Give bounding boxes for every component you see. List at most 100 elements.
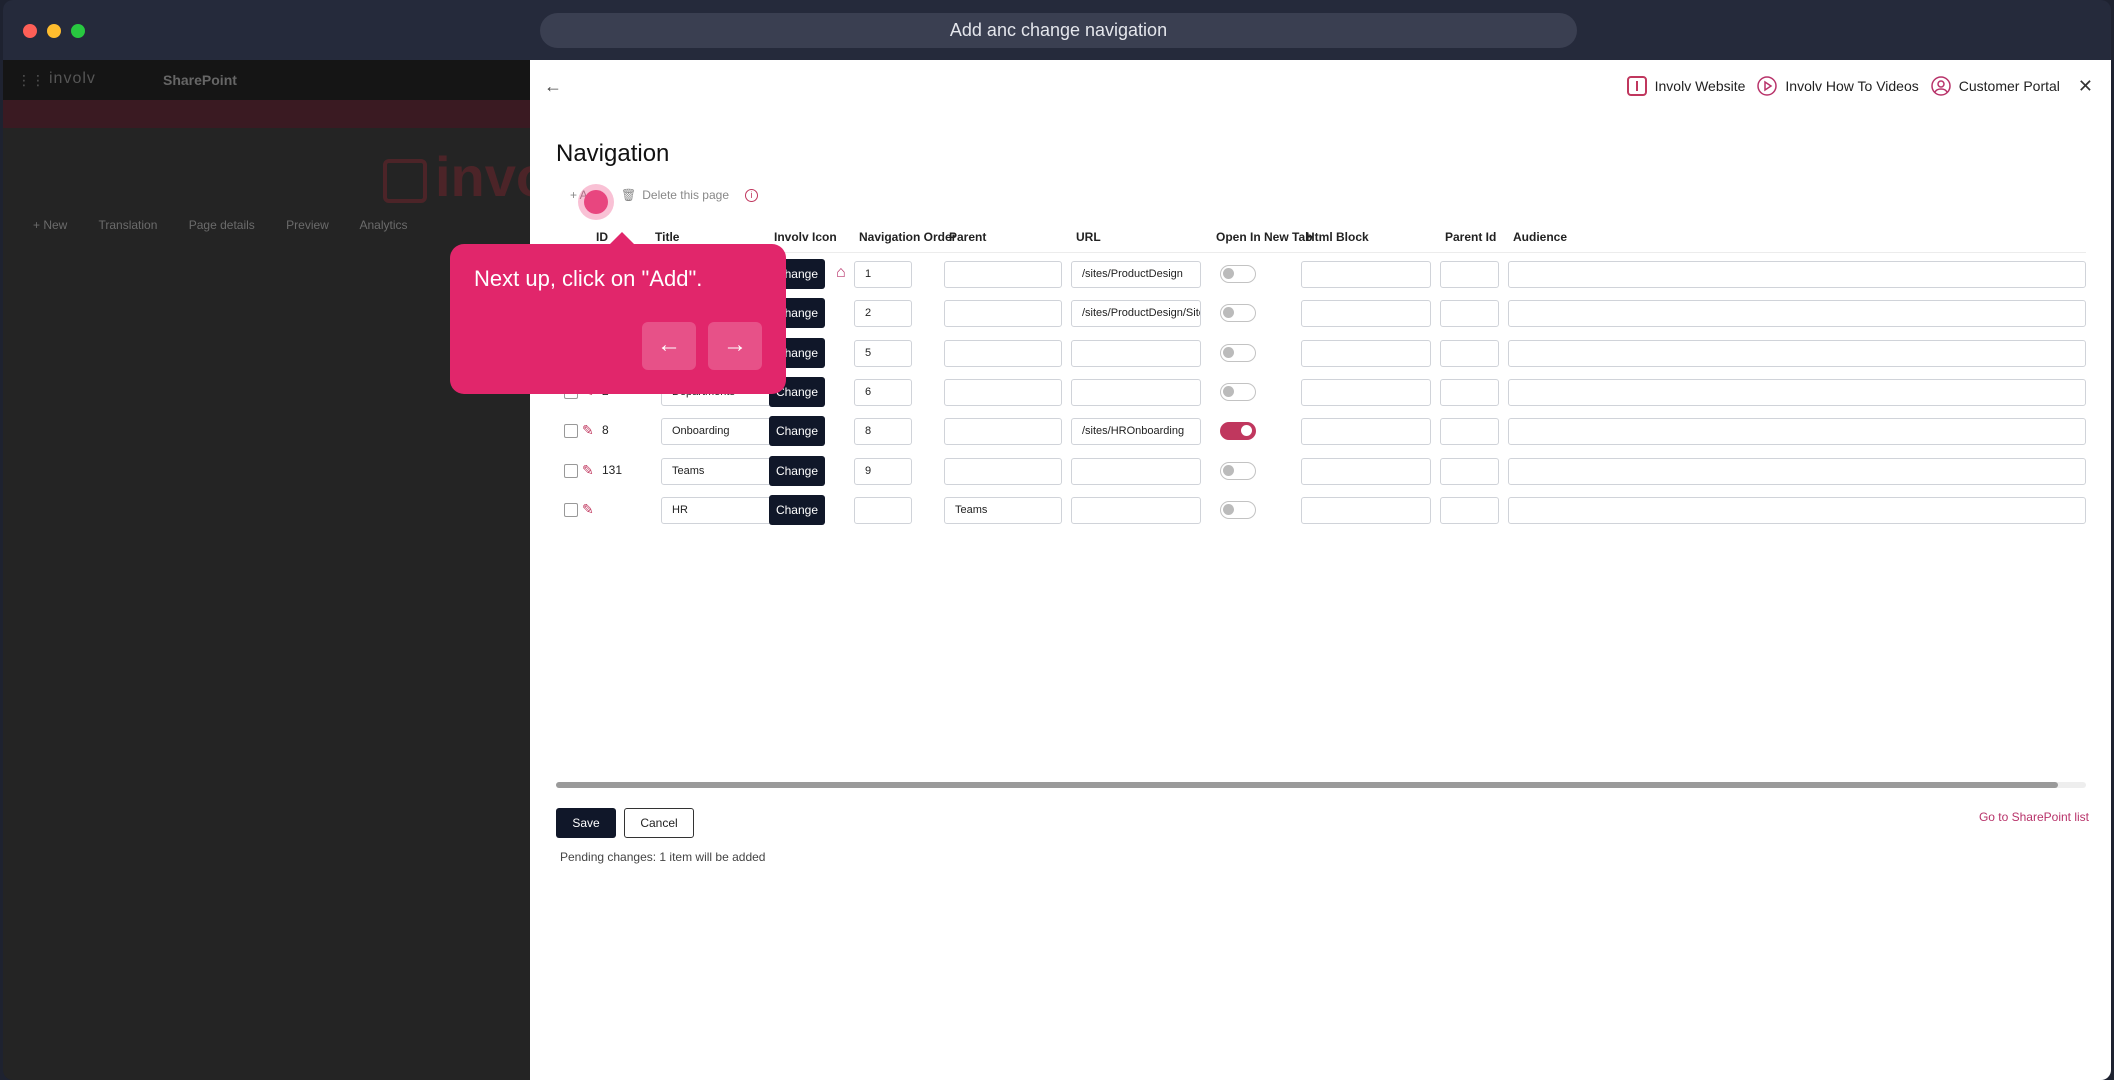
- involv-logo-icon: [1625, 74, 1649, 98]
- sp-cmd-new: + New: [33, 218, 68, 232]
- horizontal-scrollbar[interactable]: [556, 782, 2086, 788]
- play-circle-icon: [1755, 74, 1779, 98]
- scrollbar-thumb[interactable]: [556, 782, 2058, 788]
- close-window-button[interactable]: [23, 24, 37, 38]
- audience-input[interactable]: [1508, 379, 2086, 406]
- url-input[interactable]: /sites/ProductDesign/SitePag: [1071, 300, 1201, 327]
- html-block-input[interactable]: [1301, 497, 1431, 524]
- parent-id-input[interactable]: [1440, 340, 1499, 367]
- minimize-window-button[interactable]: [47, 24, 61, 38]
- edit-pencil-icon[interactable]: ✎: [582, 422, 594, 439]
- edit-pencil-icon[interactable]: ✎: [582, 462, 594, 479]
- row-checkbox[interactable]: [564, 424, 578, 438]
- html-block-input[interactable]: [1301, 458, 1431, 485]
- open-new-tab-toggle[interactable]: [1220, 304, 1256, 322]
- open-new-tab-toggle[interactable]: [1220, 501, 1256, 519]
- back-arrow-icon[interactable]: ←: [544, 76, 562, 97]
- open-new-tab-toggle[interactable]: [1220, 422, 1256, 440]
- parent-input[interactable]: Teams: [944, 497, 1062, 524]
- open-new-tab-toggle[interactable]: [1220, 383, 1256, 401]
- url-input[interactable]: /sites/ProductDesign: [1071, 261, 1201, 288]
- change-icon-button[interactable]: Change: [769, 416, 825, 446]
- app-window: Add anc change navigation ⋮⋮ involv Shar…: [3, 0, 2111, 1080]
- audience-input[interactable]: [1508, 458, 2086, 485]
- add-hotspot-center[interactable]: [584, 190, 608, 214]
- html-block-input[interactable]: [1301, 300, 1431, 327]
- audience-input[interactable]: [1508, 261, 2086, 288]
- header-divider: [556, 252, 2086, 253]
- url-input[interactable]: /sites/HROnboarding: [1071, 418, 1201, 445]
- url-input[interactable]: [1071, 379, 1201, 406]
- col-audience: Audience: [1513, 230, 1568, 244]
- html-block-input[interactable]: [1301, 418, 1431, 445]
- go-to-sharepoint-link[interactable]: Go to SharePoint list: [1979, 810, 2089, 824]
- edit-pencil-icon[interactable]: ✎: [582, 501, 594, 518]
- parent-input[interactable]: [944, 261, 1062, 288]
- parent-id-input[interactable]: [1440, 300, 1499, 327]
- col-html-block: Html Block: [1306, 230, 1369, 244]
- navigation-order-input[interactable]: 1: [854, 261, 912, 288]
- col-url: URL: [1076, 230, 1101, 244]
- app-launcher-icon: ⋮⋮: [17, 72, 45, 88]
- close-icon[interactable]: ✕: [2078, 76, 2093, 97]
- row-checkbox[interactable]: [564, 464, 578, 478]
- navigation-order-input[interactable]: [854, 497, 912, 524]
- sp-logo: involv: [49, 70, 96, 87]
- title-input[interactable]: HR: [661, 497, 779, 524]
- tooltip-next-button[interactable]: →: [708, 322, 762, 370]
- html-block-input[interactable]: [1301, 261, 1431, 288]
- parent-input[interactable]: [944, 458, 1062, 485]
- audience-input[interactable]: [1508, 300, 2086, 327]
- navigation-order-input[interactable]: 9: [854, 458, 912, 485]
- parent-id-input[interactable]: [1440, 261, 1499, 288]
- navigation-order-input[interactable]: 6: [854, 379, 912, 406]
- audience-input[interactable]: [1508, 340, 2086, 367]
- how-to-videos-link[interactable]: Involv How To Videos: [1755, 74, 1919, 98]
- trash-icon: 🗑: [621, 188, 637, 202]
- audience-input[interactable]: [1508, 418, 2086, 445]
- open-new-tab-toggle[interactable]: [1220, 344, 1256, 362]
- save-button[interactable]: Save: [556, 808, 616, 838]
- url-input[interactable]: [1071, 458, 1201, 485]
- title-input[interactable]: Teams: [661, 458, 779, 485]
- delete-page-button[interactable]: Delete this page: [642, 188, 729, 202]
- parent-id-input[interactable]: [1440, 379, 1499, 406]
- open-new-tab-toggle[interactable]: [1220, 462, 1256, 480]
- open-new-tab-toggle[interactable]: [1220, 265, 1256, 283]
- change-icon-button[interactable]: Change: [769, 495, 825, 525]
- tooltip-text: Next up, click on "Add".: [474, 266, 703, 291]
- col-parent: Parent: [949, 230, 987, 244]
- parent-input[interactable]: [944, 418, 1062, 445]
- customer-portal-link[interactable]: Customer Portal: [1929, 74, 2060, 98]
- col-parent-id: Parent Id: [1445, 230, 1497, 244]
- tooltip-prev-button[interactable]: ←: [642, 322, 696, 370]
- sp-cmd-page-details: Page details: [188, 218, 255, 232]
- html-block-input[interactable]: [1301, 379, 1431, 406]
- audience-input[interactable]: [1508, 497, 2086, 524]
- sharepoint-suite-bar: ⋮⋮ involv SharePoint: [3, 60, 530, 100]
- parent-input[interactable]: [944, 379, 1062, 406]
- parent-id-input[interactable]: [1440, 497, 1499, 524]
- parent-id-input[interactable]: [1440, 458, 1499, 485]
- row-checkbox[interactable]: [564, 503, 578, 517]
- table-header: ID Title Involv Icon Navigation Order Pa…: [556, 226, 2086, 250]
- navigation-order-input[interactable]: 2: [854, 300, 912, 327]
- parent-input[interactable]: [944, 300, 1062, 327]
- involv-website-link[interactable]: Involv Website: [1625, 74, 1745, 98]
- info-icon[interactable]: i: [745, 188, 758, 202]
- html-block-input[interactable]: [1301, 340, 1431, 367]
- col-open-new-tab: Open In New Tab: [1216, 230, 1313, 244]
- url-input[interactable]: [1071, 340, 1201, 367]
- change-icon-button[interactable]: Change: [769, 456, 825, 486]
- navigation-order-input[interactable]: 8: [854, 418, 912, 445]
- url-input[interactable]: [1071, 497, 1201, 524]
- page-title: Navigation: [556, 140, 670, 167]
- parent-id-input[interactable]: [1440, 418, 1499, 445]
- parent-input[interactable]: [944, 340, 1062, 367]
- title-input[interactable]: Onboarding: [661, 418, 779, 445]
- sp-banner: [3, 100, 530, 128]
- cancel-button[interactable]: Cancel: [624, 808, 694, 838]
- how-to-videos-label: Involv How To Videos: [1785, 78, 1919, 94]
- navigation-order-input[interactable]: 5: [854, 340, 912, 367]
- maximize-window-button[interactable]: [71, 24, 85, 38]
